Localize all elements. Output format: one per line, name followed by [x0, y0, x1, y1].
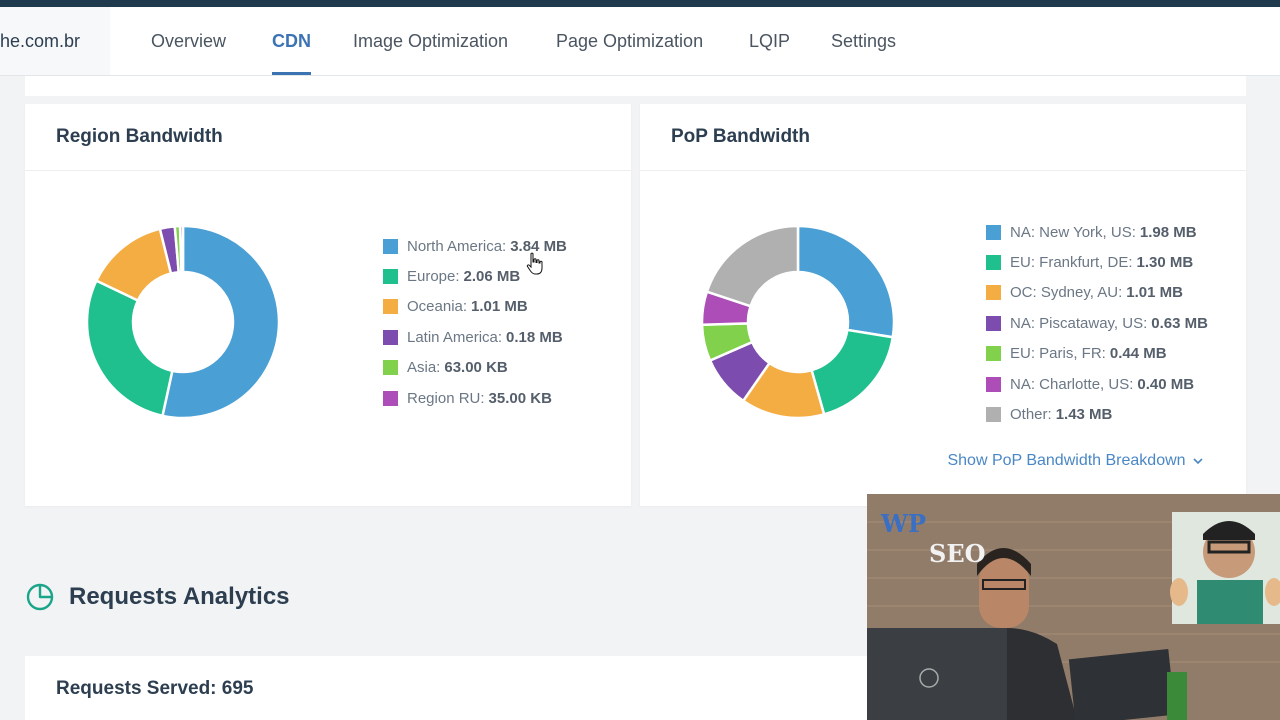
previous-card-bottom: [25, 76, 1246, 96]
pop-legend-item-eu-paris-fr[interactable]: EU: Paris, FR: 0.44 MB: [986, 339, 1208, 369]
pop-legend-value: 1.01 MB: [1126, 284, 1183, 302]
pop-legend-item-eu-frankfurt-de[interactable]: EU: Frankfurt, DE: 1.30 MB: [986, 247, 1208, 277]
pop-legend-swatch: [986, 255, 1001, 271]
requests-served-label: Requests Served: 695: [56, 678, 254, 699]
region-legend-label: Region RU:: [407, 389, 485, 407]
pop-legend-item-na-charlotte-us[interactable]: NA: Charlotte, US: 0.40 MB: [986, 369, 1208, 399]
tab-page-optimization[interactable]: Page Optimization: [556, 7, 703, 75]
region-legend-swatch: [383, 329, 398, 345]
region-legend-label: North America:: [407, 237, 507, 255]
pop-slice-eu-frankfurt-de[interactable]: [810, 328, 894, 416]
region-slice-europe[interactable]: [87, 279, 174, 418]
region-legend-swatch: [383, 360, 398, 376]
tab-image-optimization[interactable]: Image Optimization: [353, 7, 508, 75]
region-legend-label: Latin America:: [407, 328, 503, 346]
pop-legend-item-oc-sydney-au[interactable]: OC: Sydney, AU: 1.01 MB: [986, 278, 1208, 308]
pop-legend-item-na-piscataway-us[interactable]: NA: Piscataway, US: 0.63 MB: [986, 308, 1208, 338]
pop-legend-item-na-new-york-us[interactable]: NA: New York, US: 1.98 MB: [986, 217, 1208, 247]
region-legend-swatch: [383, 269, 398, 285]
region-legend-item-latin-america[interactable]: Latin America: 0.18 MB: [383, 322, 567, 352]
show-pop-breakdown-label: Show PoP Bandwidth Breakdown: [947, 452, 1186, 469]
pop-legend-value: 0.63 MB: [1151, 314, 1208, 332]
pop-bandwidth-donut-chart: [702, 226, 894, 418]
show-pop-breakdown-link[interactable]: Show PoP Bandwidth Breakdown: [947, 452, 1203, 470]
pie-chart-icon: [26, 583, 54, 611]
pop-legend-swatch: [986, 285, 1001, 301]
region-legend-swatch: [383, 299, 398, 315]
pop-legend-label: Other:: [1010, 406, 1052, 424]
pop-bandwidth-legend: NA: New York, US: 1.98 MB EU: Frankfurt, D…: [986, 217, 1208, 430]
top-navigation: he.com.br Overview CDN Image Optimizatio…: [0, 7, 1280, 76]
tab-settings[interactable]: Settings: [831, 7, 896, 75]
pop-legend-value: 0.44 MB: [1109, 345, 1167, 363]
pop-slice-other[interactable]: [705, 226, 800, 308]
pop-slice-na-new-york-us[interactable]: [796, 226, 894, 339]
pop-legend-label: NA: Charlotte, US:: [1010, 375, 1134, 393]
pop-bandwidth-card: PoP Bandwidth NA: New York, US: 1.98 MB EU…: [640, 104, 1246, 506]
requests-analytics-heading: Requests Analytics: [25, 582, 290, 612]
pop-legend-swatch: [986, 315, 1001, 331]
chevron-down-icon: [1193, 458, 1203, 465]
region-legend-item-oceania[interactable]: Oceania: 1.01 MB: [383, 292, 567, 322]
webcam-overlay: WP SEO: [867, 494, 1280, 720]
region-legend-item-region-ru[interactable]: Region RU: 35.00 KB: [383, 383, 567, 413]
tab-overview[interactable]: Overview: [151, 7, 226, 75]
pop-legend-value: 1.30 MB: [1136, 254, 1194, 272]
pop-legend-label: OC: Sydney, AU:: [1010, 284, 1123, 302]
pop-legend-label: NA: New York, US:: [1010, 223, 1136, 241]
region-legend-value: 1.01 MB: [471, 298, 528, 316]
pop-legend-swatch: [986, 407, 1001, 423]
pop-legend-value: 1.43 MB: [1055, 406, 1113, 424]
region-slice-region-ru[interactable]: [178, 226, 185, 274]
pop-legend-swatch: [986, 224, 1001, 240]
region-legend-swatch: [383, 390, 398, 406]
tab-cdn[interactable]: CDN: [272, 7, 311, 75]
presenter-video-feed: WP SEO: [867, 494, 1280, 720]
region-bandwidth-donut-chart: [87, 226, 279, 418]
pop-legend-value: 1.98 MB: [1139, 223, 1197, 241]
pop-legend-swatch: [986, 346, 1001, 362]
wp-seo-caption-seo: SEO: [929, 539, 986, 568]
pop-bandwidth-title: PoP Bandwidth: [640, 104, 1246, 171]
wp-seo-caption-wp: WP: [880, 509, 926, 538]
region-legend-label: Asia:: [407, 359, 441, 377]
region-bandwidth-title: Region Bandwidth: [25, 104, 631, 171]
region-legend-value: 2.06 MB: [463, 268, 521, 286]
region-legend-label: Oceania:: [407, 298, 468, 316]
pop-legend-swatch: [986, 376, 1001, 392]
pop-legend-item-other[interactable]: Other: 1.43 MB: [986, 399, 1208, 429]
pop-legend-value: 0.40 MB: [1137, 375, 1195, 393]
region-legend-item-asia[interactable]: Asia: 63.00 KB: [383, 353, 567, 383]
pop-legend-label: EU: Frankfurt, DE:: [1010, 254, 1133, 272]
pop-legend-label: NA: Piscataway, US:: [1010, 314, 1148, 332]
top-accent-bar: [0, 0, 1280, 7]
site-selector[interactable]: he.com.br: [0, 7, 110, 75]
requests-served-card: Requests Served: 695: [25, 656, 875, 720]
region-legend-value: 63.00 KB: [444, 359, 508, 377]
requests-analytics-title: Requests Analytics: [69, 583, 290, 610]
tab-lqip[interactable]: LQIP: [749, 7, 790, 75]
region-legend-value: 35.00 KB: [488, 389, 552, 407]
pop-legend-label: EU: Paris, FR:: [1010, 345, 1106, 363]
region-legend-value: 0.18 MB: [506, 328, 563, 346]
region-legend-swatch: [383, 238, 398, 254]
region-bandwidth-card: Region Bandwidth North America: 3.84 MB Eu…: [25, 104, 631, 506]
hand-cursor-icon: [526, 252, 543, 275]
region-legend-label: Europe:: [407, 268, 460, 286]
